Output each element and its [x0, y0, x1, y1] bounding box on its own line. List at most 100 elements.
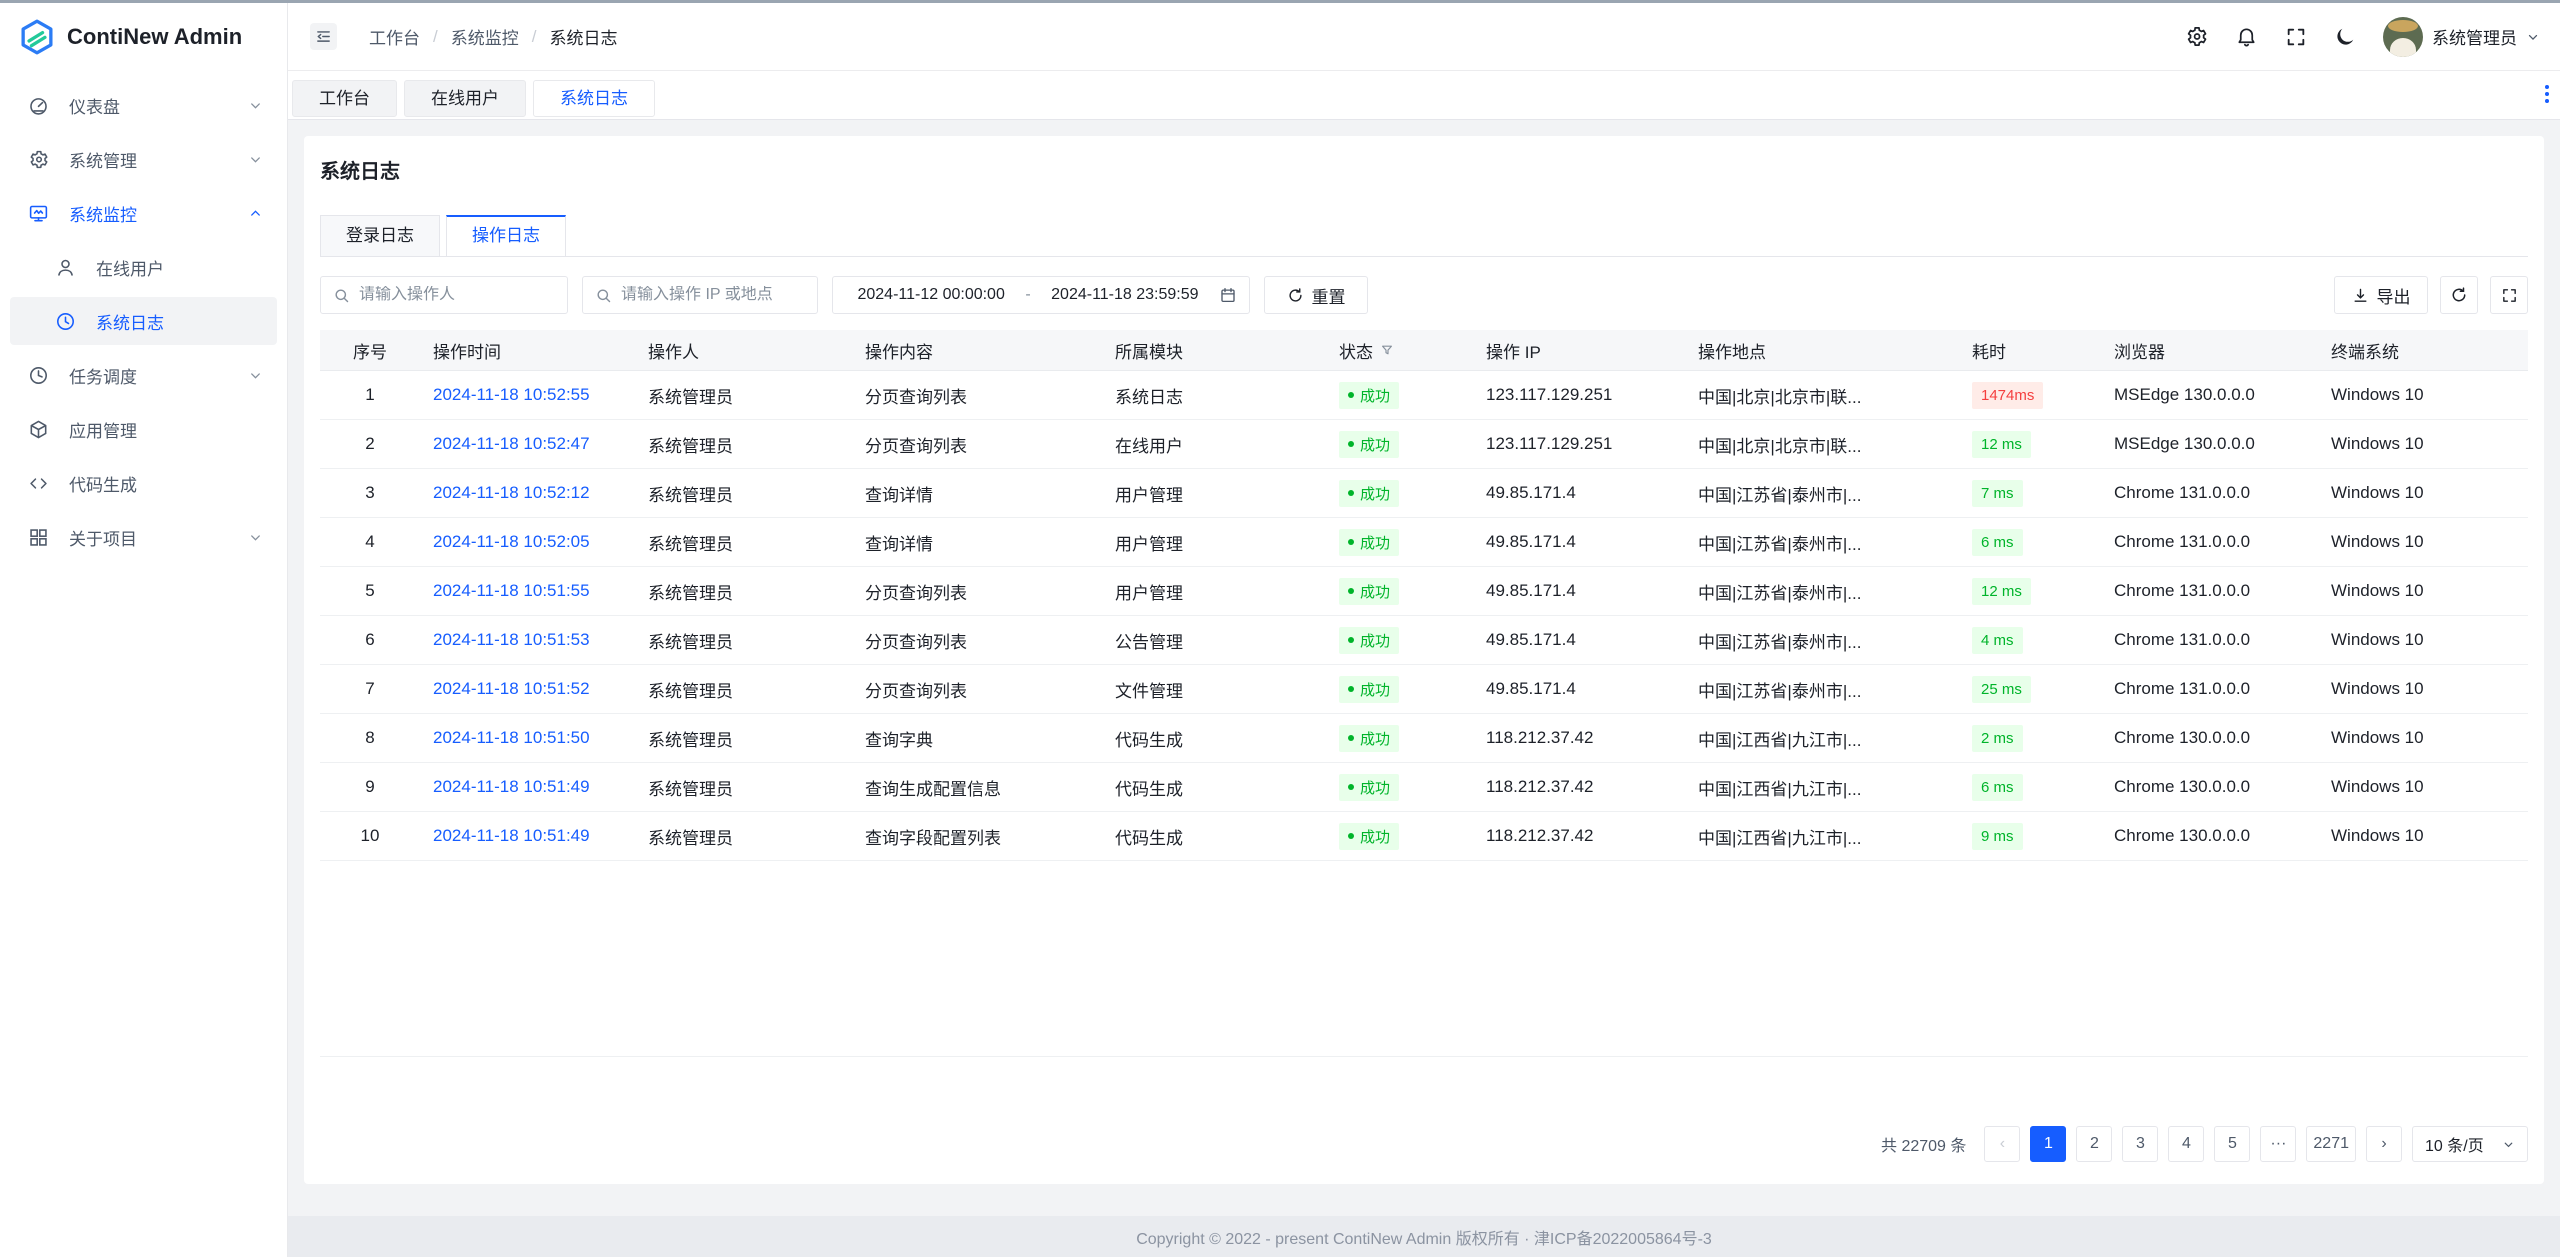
duration-badge: 6 ms: [1972, 529, 2023, 556]
table-row: 4 2024-11-18 10:52:05 系统管理员 查询详情 用户管理 成功…: [320, 518, 2528, 567]
cell-operator: 系统管理员: [635, 481, 852, 506]
cell-time-link[interactable]: 2024-11-18 10:51:49: [433, 826, 590, 845]
filter-funnel-icon[interactable]: [1380, 343, 1394, 357]
subtab-operation-log[interactable]: 操作日志: [446, 215, 566, 256]
fullscreen-icon[interactable]: [2285, 26, 2307, 48]
cell-browser: Chrome 131.0.0.0: [2101, 483, 2318, 503]
pagination-page-button[interactable]: 4: [2168, 1126, 2204, 1162]
cell-status: 成功: [1326, 676, 1473, 703]
chevron-down-icon: [248, 98, 263, 113]
cell-ip: 49.85.171.4: [1473, 483, 1685, 503]
cell-content: 查询详情: [852, 530, 1102, 555]
sidebar-item-about-project[interactable]: 关于项目: [10, 513, 277, 561]
dashboard-icon: [28, 95, 49, 116]
cell-time-link[interactable]: 2024-11-18 10:52:55: [433, 385, 590, 404]
status-dot: [1348, 833, 1354, 839]
cell-status: 成功: [1326, 431, 1473, 458]
cell-os: Windows 10: [2318, 630, 2528, 650]
cell-duration: 12 ms: [1959, 431, 2101, 458]
tab-online-users[interactable]: 在线用户: [404, 80, 526, 117]
status-badge: 成功: [1339, 382, 1399, 409]
sidebar-item-online-users[interactable]: 在线用户: [10, 243, 277, 291]
pagination-prev-button[interactable]: ‹: [1984, 1126, 2020, 1162]
cell-time-link[interactable]: 2024-11-18 10:52:12: [433, 483, 590, 502]
table-refresh-button[interactable]: [2440, 276, 2478, 314]
sidebar-collapse-button[interactable]: [310, 23, 337, 50]
download-icon: [2352, 287, 2369, 304]
cell-time-link[interactable]: 2024-11-18 10:51:52: [433, 679, 590, 698]
settings-gear-icon[interactable]: [2185, 25, 2208, 48]
sidebar-item-task-schedule[interactable]: 任务调度: [10, 351, 277, 399]
duration-badge: 4 ms: [1972, 627, 2023, 654]
logo-icon: [18, 18, 56, 56]
sidebar-item-app-management[interactable]: 应用管理: [10, 405, 277, 453]
cell-time-link[interactable]: 2024-11-18 10:51:55: [433, 581, 590, 600]
operator-search-field[interactable]: [320, 276, 568, 314]
dark-mode-moon-icon[interactable]: [2334, 26, 2356, 48]
pagination-page-button[interactable]: 3: [2122, 1126, 2158, 1162]
table-row: 3 2024-11-18 10:52:12 系统管理员 查询详情 用户管理 成功…: [320, 469, 2528, 518]
sidebar-item-system-monitor[interactable]: 系统监控: [10, 189, 277, 237]
status-badge: 成功: [1339, 578, 1399, 605]
status-badge: 成功: [1339, 431, 1399, 458]
cell-time-link[interactable]: 2024-11-18 10:51:53: [433, 630, 590, 649]
cell-status: 成功: [1326, 627, 1473, 654]
user-name: 系统管理员: [2432, 24, 2517, 49]
col-header-status: 状态: [1326, 338, 1473, 363]
page-size-select[interactable]: 10 条/页: [2412, 1126, 2528, 1162]
sidebar-item-label: 系统日志: [96, 309, 164, 334]
cell-time-link[interactable]: 2024-11-18 10:52:47: [433, 434, 590, 453]
cell-status: 成功: [1326, 480, 1473, 507]
cell-ip: 123.117.129.251: [1473, 434, 1685, 454]
status-badge: 成功: [1339, 529, 1399, 556]
ip-search-field[interactable]: [582, 276, 818, 314]
status-dot: [1348, 588, 1354, 594]
user-menu[interactable]: 系统管理员: [2383, 17, 2540, 57]
screen: ContiNew Admin 仪表盘 系统管理: [0, 0, 2560, 1257]
app-logo[interactable]: ContiNew Admin: [0, 3, 287, 71]
status-badge: 成功: [1339, 774, 1399, 801]
cell-time-link[interactable]: 2024-11-18 10:51:50: [433, 728, 590, 747]
pagination: 共 22709 条 ‹ 1 2 3 4 5 ··· 2271 › 10 条/页: [320, 1126, 2528, 1162]
subtab-login-log[interactable]: 登录日志: [320, 215, 440, 256]
date-range-picker[interactable]: 2024-11-12 00:00:00 - 2024-11-18 23:59:5…: [832, 276, 1250, 314]
breadcrumb-item[interactable]: 系统监控: [451, 24, 519, 49]
export-button[interactable]: 导出: [2334, 276, 2428, 314]
reset-button[interactable]: 重置: [1264, 276, 1368, 314]
tab-more-menu-icon[interactable]: [2544, 84, 2550, 104]
sidebar-item-code-generation[interactable]: 代码生成: [10, 459, 277, 507]
pagination-next-button[interactable]: ›: [2366, 1126, 2402, 1162]
tab-workbench[interactable]: 工作台: [292, 80, 397, 117]
cell-module: 用户管理: [1102, 579, 1326, 604]
notification-bell-icon[interactable]: [2235, 25, 2258, 48]
duration-badge: 1474ms: [1972, 382, 2043, 409]
cell-no: 1: [320, 385, 420, 405]
col-header-ip: 操作 IP: [1473, 338, 1685, 363]
breadcrumb-item[interactable]: 工作台: [369, 24, 420, 49]
operator-search-input[interactable]: [359, 286, 555, 304]
refresh-icon: [1287, 287, 1304, 304]
pagination-page-button[interactable]: 2: [2076, 1126, 2112, 1162]
table-fullscreen-button[interactable]: [2490, 276, 2528, 314]
fullscreen-icon: [2501, 287, 2518, 304]
pagination-page-button[interactable]: 5: [2214, 1126, 2250, 1162]
cell-time-link[interactable]: 2024-11-18 10:51:49: [433, 777, 590, 796]
status-dot: [1348, 735, 1354, 741]
ip-search-input[interactable]: [621, 286, 805, 304]
cell-browser: Chrome 130.0.0.0: [2101, 777, 2318, 797]
sidebar-item-system-log[interactable]: 系统日志: [10, 297, 277, 345]
sidebar-item-system-management[interactable]: 系统管理: [10, 135, 277, 183]
status-badge: 成功: [1339, 676, 1399, 703]
cell-content: 查询详情: [852, 481, 1102, 506]
sidebar-item-dashboard[interactable]: 仪表盘: [10, 81, 277, 129]
sidebar-item-label: 仪表盘: [69, 93, 120, 118]
cell-browser: Chrome 131.0.0.0: [2101, 679, 2318, 699]
cell-time-link[interactable]: 2024-11-18 10:52:05: [433, 532, 590, 551]
pagination-page-button[interactable]: 1: [2030, 1126, 2066, 1162]
tab-system-log[interactable]: 系统日志: [533, 80, 655, 117]
pagination-page-button[interactable]: 2271: [2306, 1126, 2356, 1162]
pagination-ellipsis-button[interactable]: ···: [2260, 1126, 2296, 1162]
cell-status: 成功: [1326, 823, 1473, 850]
duration-badge: 2 ms: [1972, 725, 2023, 752]
cell-browser: Chrome 130.0.0.0: [2101, 728, 2318, 748]
